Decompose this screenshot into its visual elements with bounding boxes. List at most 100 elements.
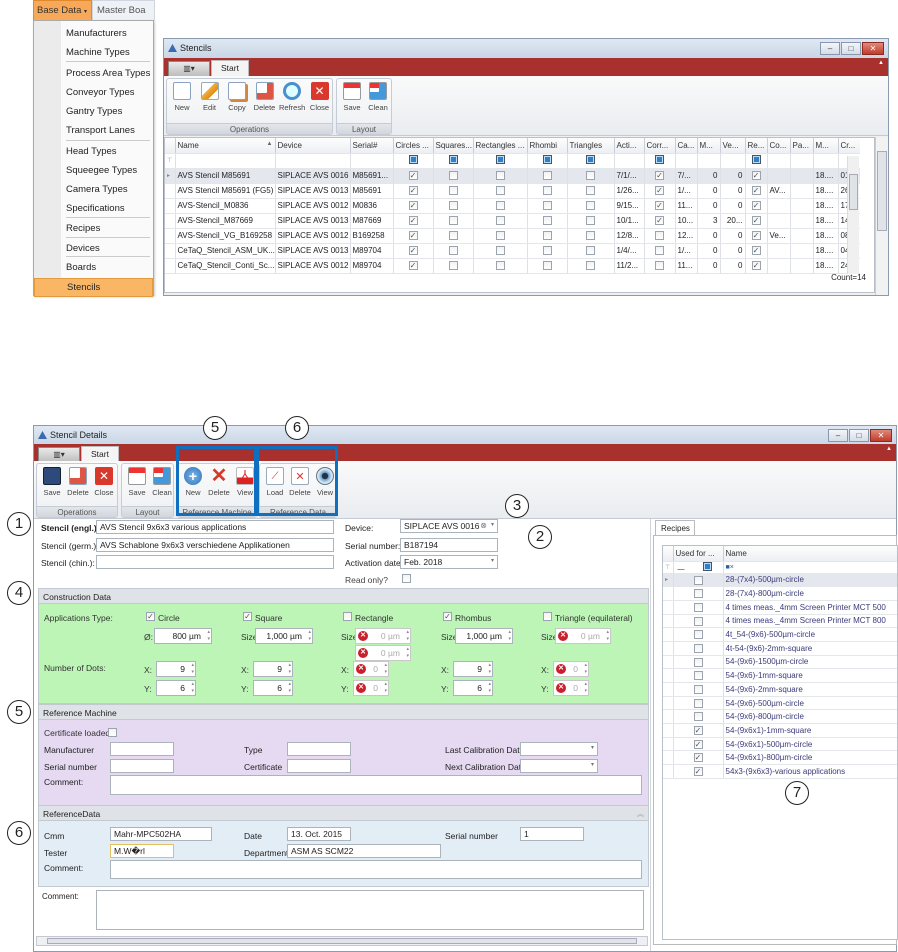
cell-checkbox[interactable]: ✓ <box>751 216 761 226</box>
cell-checkbox[interactable] <box>448 186 458 196</box>
close-window-button[interactable]: ✕ <box>870 429 892 442</box>
rhombus-y-spinner[interactable]: 6 <box>453 680 493 696</box>
filter-cell[interactable] <box>393 153 434 169</box>
cell-checkbox[interactable] <box>495 171 505 181</box>
cell-checkbox[interactable] <box>448 216 458 226</box>
filter-cell[interactable] <box>644 153 676 169</box>
refresh-button[interactable]: Refresh <box>279 82 305 112</box>
filter-cell[interactable] <box>175 153 276 169</box>
last-calibration-date-select[interactable]: ▾ <box>520 742 598 756</box>
list-item[interactable]: ✓ 54x3-(9x6x3)-various applications <box>663 764 897 779</box>
filter-checkbox[interactable] <box>495 155 505 164</box>
filter-cell[interactable]: — <box>673 561 724 574</box>
triangle-equilateral-y-spinner[interactable]: ✕ 0 <box>553 680 589 696</box>
cell-checkbox[interactable] <box>495 216 505 226</box>
column-header-m[interactable]: M... <box>813 138 839 154</box>
column-header-circles[interactable]: Circles ... <box>393 138 434 154</box>
clean-button[interactable]: Clean <box>149 467 175 497</box>
circle-checkbox[interactable]: ✓ <box>146 612 155 621</box>
list-item[interactable]: ✓ 54-(9x6x1)-1mm-square <box>663 723 897 738</box>
filter-cell[interactable] <box>473 153 528 169</box>
triangle-equilateral-size-spinner[interactable]: ✕ 0 µm <box>555 628 611 644</box>
filter-cell[interactable] <box>767 153 791 169</box>
menu-item-head-types[interactable]: Head Types <box>34 143 153 162</box>
square-y-spinner[interactable]: 6 <box>253 680 293 696</box>
save-button[interactable]: Save <box>339 82 365 112</box>
used-for-checkbox[interactable] <box>693 630 703 640</box>
list-item[interactable]: 54-(9x6)-2mm-square <box>663 682 897 697</box>
used-for-checkbox[interactable]: ✓ <box>693 726 703 736</box>
cell-checkbox[interactable]: ✓ <box>655 171 664 181</box>
cell-checkbox[interactable] <box>542 246 552 256</box>
stencil-germ-input[interactable]: AVS Schablone 9x6x3 verschiedene Applika… <box>96 538 334 552</box>
read-only-checkbox[interactable] <box>402 574 411 583</box>
cell-checkbox[interactable] <box>542 171 552 181</box>
delete-button[interactable]: Delete <box>252 82 278 112</box>
circle-y-spinner[interactable]: 6 <box>156 680 196 696</box>
filter-checkbox[interactable] <box>408 155 418 164</box>
stencil-chin-input[interactable] <box>96 555 334 569</box>
tab-start[interactable]: Start <box>81 446 119 462</box>
cell-checkbox[interactable]: ✓ <box>408 261 418 271</box>
menu-item-process-area-types[interactable]: Process Area Types <box>34 65 153 84</box>
cell-checkbox[interactable] <box>542 186 552 196</box>
type-input[interactable] <box>287 742 351 756</box>
cell-checkbox[interactable] <box>495 231 505 241</box>
maximize-button[interactable]: □ <box>841 42 861 55</box>
cell-checkbox[interactable] <box>586 201 595 211</box>
cell-checkbox[interactable] <box>655 231 664 241</box>
menu-item-transport-lanes[interactable]: Transport Lanes <box>34 122 153 141</box>
used-for-checkbox[interactable] <box>693 602 703 612</box>
list-item[interactable]: 4t-54-(9x6)-2mm-square <box>663 641 897 656</box>
used-for-checkbox[interactable] <box>693 685 703 695</box>
list-item[interactable]: 4t_54-(9x6)-500µm-circle <box>663 627 897 642</box>
cell-checkbox[interactable]: ✓ <box>408 231 418 241</box>
cell-checkbox[interactable] <box>495 261 505 271</box>
cell-checkbox[interactable]: ✓ <box>408 186 418 196</box>
cell-checkbox[interactable]: ✓ <box>655 186 664 196</box>
circle-size-spinner[interactable]: 800 µm <box>154 628 212 644</box>
column-header-re[interactable]: Re... <box>745 138 768 154</box>
comment-textarea[interactable] <box>96 890 644 930</box>
cell-checkbox[interactable]: ✓ <box>408 246 418 256</box>
cell-checkbox[interactable] <box>655 246 664 256</box>
maximize-button[interactable]: □ <box>849 429 869 442</box>
column-header-triangles[interactable]: Triangles <box>567 138 615 154</box>
app-menu-tab[interactable]: ▥▾ <box>168 61 210 76</box>
clear-icon[interactable]: ⊗ <box>480 521 487 530</box>
cell-checkbox[interactable] <box>542 201 552 211</box>
rectangle-size-spinner[interactable]: ✕ 0 µm <box>355 628 411 644</box>
cell-checkbox[interactable] <box>495 186 505 196</box>
column-header-name[interactable]: Name ▲ <box>175 138 276 154</box>
close-button[interactable]: ✕ Close <box>91 467 117 497</box>
table-row[interactable]: AVS-Stencil_VG_B169258 SIPLACE AVS 0012 B1… <box>165 228 860 244</box>
device-select[interactable]: SIPLACE AVS 0016 ⊗ ▾ <box>400 519 498 533</box>
list-item[interactable]: 54-(9x6)-800µm-circle <box>663 709 897 725</box>
cell-checkbox[interactable]: ✓ <box>408 216 418 226</box>
cell-checkbox[interactable] <box>586 231 595 241</box>
close-window-button[interactable]: ✕ <box>862 42 884 55</box>
menu-item-devices[interactable]: Devices <box>34 240 153 259</box>
used-for-checkbox[interactable] <box>693 575 703 585</box>
filter-checkbox[interactable] <box>586 155 595 164</box>
filter-checkbox[interactable] <box>542 155 552 164</box>
rectangle-size2-spinner[interactable]: ✕ 0 µm <box>355 645 411 661</box>
column-header-cr[interactable]: Cr... <box>838 138 860 154</box>
used-for-checkbox[interactable] <box>693 671 703 681</box>
department-input[interactable]: ASM AS SCM22 <box>287 844 441 858</box>
column-header-co[interactable]: Co... <box>767 138 791 154</box>
filter-cell[interactable] <box>720 153 746 169</box>
collapse-ribbon-icon[interactable]: ▲ <box>878 60 884 66</box>
rhombus-size-spinner[interactable]: 1,000 µm <box>455 628 513 644</box>
cell-checkbox[interactable]: ✓ <box>408 201 418 211</box>
list-item[interactable]: ✓ 54-(9x6x1)-500µm-circle <box>663 737 897 752</box>
menu-item-boards[interactable]: Boards <box>34 259 153 278</box>
cell-checkbox[interactable] <box>495 201 505 211</box>
menu-item-machine-types[interactable]: Machine Types <box>34 44 153 63</box>
cell-checkbox[interactable] <box>586 216 595 226</box>
ref-machine-comment-input[interactable] <box>110 775 642 795</box>
certificate-input[interactable] <box>287 759 351 773</box>
column-header-ca[interactable]: Ca... <box>675 138 698 154</box>
base-data-menu[interactable]: Base Data ▾ <box>33 0 92 21</box>
filter-cell[interactable] <box>745 153 768 169</box>
